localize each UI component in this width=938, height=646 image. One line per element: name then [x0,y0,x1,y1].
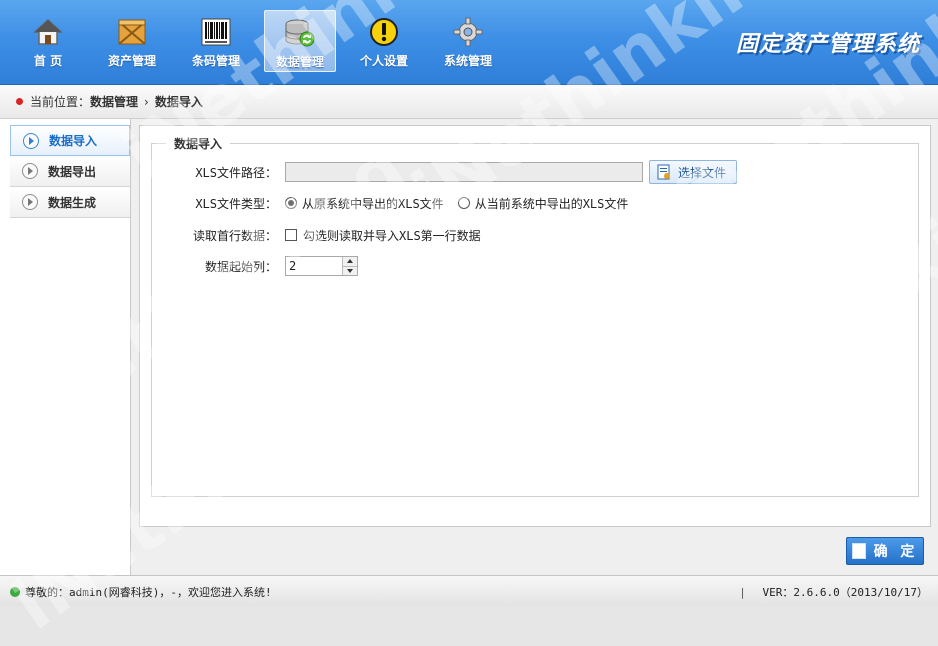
user-status-icon [10,587,20,597]
sidebar: 数据导入 数据导出 数据生成 [0,119,131,575]
confirm-label: 确 定 [873,544,919,560]
row-first-row: 读取首行数据： 勾选则读取并导入XLS第一行数据 [152,223,495,247]
start-column-stepper[interactable]: 2 [285,256,358,276]
header-bar: 首 页 资产管理 条码管理 数据管理 个人设置 系统管理 固定资产管理系统 [0,0,938,85]
footer-version: | VER：2.6.6.0（2013/10/17） [739,584,928,600]
confirm-button[interactable]: 确 定 [846,537,924,565]
sidebar-list: 数据导入 数据导出 数据生成 [10,125,130,218]
nav-label: 条码管理 [191,54,240,68]
stepper-down-button[interactable] [343,265,357,275]
fieldset-legend: 数据导入 [166,135,231,152]
file-path-input[interactable] [285,162,643,182]
sidebar-item-data-generate[interactable]: 数据生成 [10,187,130,218]
sidebar-item-label: 数据导入 [49,134,98,148]
status-bar: 尊敬的：admin(网睿科技)，-，欢迎您进入系统! | VER：2.6.6.0… [0,575,938,606]
play-circle-icon [22,163,38,179]
nav-label: 首 页 [33,54,63,68]
type-label: XLS文件类型： [195,196,277,211]
breadcrumb-section[interactable]: 数据管理 [90,93,138,110]
nav-system-management[interactable]: 系统管理 [432,10,504,72]
row-start-column: 数据起始列： 2 [152,254,358,278]
nav-label: 资产管理 [107,54,156,68]
first-row-option[interactable]: 勾选则读取并导入XLS第一行数据 [285,227,481,244]
sidebar-item-label: 数据生成 [48,195,97,210]
first-row-label: 读取首行数据： [192,228,277,243]
nav-data-management[interactable]: 数据管理 [264,10,336,72]
nav-label: 系统管理 [443,54,492,68]
main-content: 数据导入 XLS文件路径： 选择文件 XLS文件类型： 从原系统中导出的XLS文… [131,119,938,575]
sidebar-item-data-export[interactable]: 数据导出 [10,156,130,187]
sidebar-item-label: 数据导出 [48,164,97,179]
checkbox-label: 勾选则读取并导入XLS第一行数据 [303,228,481,243]
location-dot-icon [16,98,23,105]
breadcrumb-prefix: 当前位置： [30,95,91,109]
top-nav: 首 页 资产管理 条码管理 数据管理 个人设置 系统管理 [12,10,516,74]
home-icon [31,16,65,48]
radio-current-system[interactable]: 从当前系统中导出的XLS文件 [457,195,629,212]
greeting-text: 尊敬的：admin(网睿科技)，-，欢迎您进入系统! [25,586,272,599]
gear-icon [451,16,485,48]
play-circle-icon [23,132,39,149]
radio-label: 从当前系统中导出的XLS文件 [474,196,629,211]
nav-label: 数据管理 [275,55,324,69]
box-icon [115,16,149,48]
radio-original-system[interactable]: 从原系统中导出的XLS文件 [285,195,444,212]
app-logo: 固定资产管理系统 [735,31,920,57]
import-fieldset: 数据导入 XLS文件路径： 选择文件 XLS文件类型： 从原系统中导出的XLS文… [151,135,919,497]
nav-assets[interactable]: 资产管理 [96,10,168,72]
nav-label: 个人设置 [359,54,408,68]
footer-divider: | [739,586,746,599]
arrow-up-icon [347,259,353,264]
warning-icon [367,16,401,48]
nav-barcode[interactable]: 条码管理 [180,10,252,72]
choose-file-button[interactable]: 选择文件 [649,160,738,184]
file-icon [657,164,670,180]
choose-file-label: 选择文件 [678,165,727,180]
play-circle-icon [22,194,38,210]
footer-greeting: 尊敬的：admin(网睿科技)，-，欢迎您进入系统! [10,584,272,600]
breadcrumb-current: 数据导入 [154,95,203,109]
path-label: XLS文件路径： [195,165,277,180]
radio-button[interactable] [457,197,470,209]
version-text: VER：2.6.6.0（2013/10/17） [762,586,928,599]
nav-home[interactable]: 首 页 [12,10,84,72]
sidebar-item-data-import[interactable]: 数据导入 [10,125,130,156]
nav-personal-settings[interactable]: 个人设置 [348,10,420,72]
breadcrumb-separator: › [144,94,149,109]
document-icon [851,543,866,559]
row-file-path: XLS文件路径： 选择文件 [152,160,738,184]
start-column-value[interactable]: 2 [286,257,342,275]
database-icon [283,17,317,49]
radio-button[interactable] [285,197,297,209]
row-file-type: XLS文件类型： 从原系统中导出的XLS文件 从当前系统中导出的XLS文件 [152,191,642,215]
radio-label: 从原系统中导出的XLS文件 [302,196,444,211]
stepper-up-button[interactable] [343,257,357,266]
stepper-arrows [342,257,357,275]
breadcrumb: 当前位置： 数据管理 › 数据导入 [0,85,938,119]
start-col-label: 数据起始列： [204,259,277,274]
first-row-checkbox[interactable] [285,229,297,241]
form-panel: 数据导入 XLS文件路径： 选择文件 XLS文件类型： 从原系统中导出的XLS文… [139,125,931,527]
arrow-down-icon [347,268,353,273]
barcode-icon [199,16,233,48]
